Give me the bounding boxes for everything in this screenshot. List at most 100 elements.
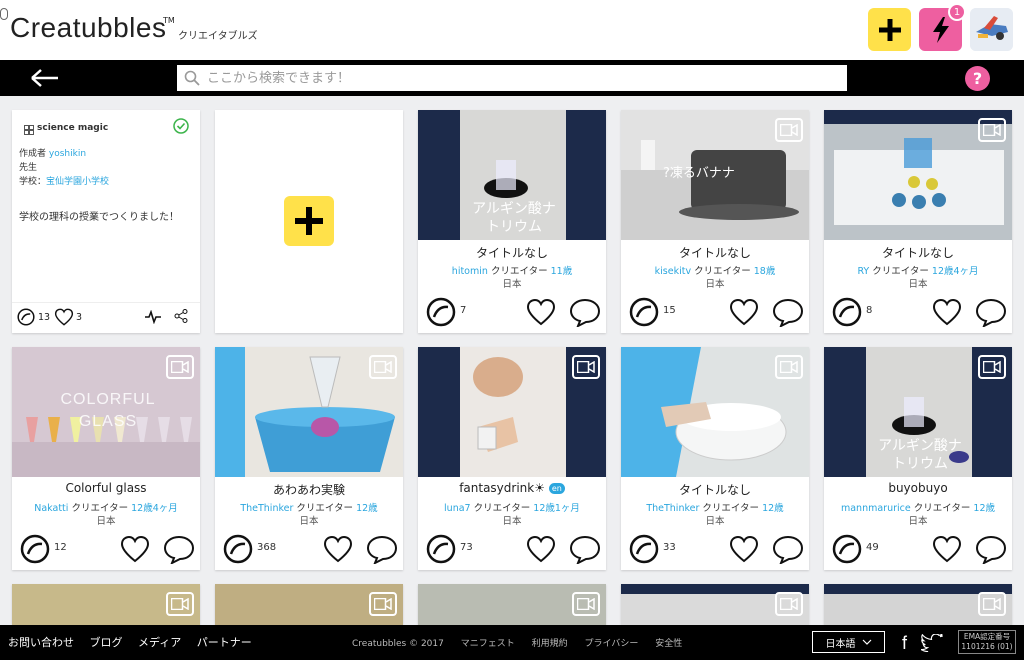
heart-icon[interactable] xyxy=(120,534,150,564)
creation-card[interactable]: ?凍るバナナ タイトルなし kisekitv クリエイター 18歳 日本 15 xyxy=(621,110,809,333)
creation-thumbnail[interactable] xyxy=(418,584,606,625)
heart-icon[interactable] xyxy=(323,534,353,564)
comment-icon[interactable] xyxy=(975,534,1007,564)
search-input[interactable] xyxy=(177,65,847,91)
school-link[interactable]: 宝仙学園小学校 xyxy=(46,177,109,187)
thumbnail-overlay-text: ?凍るバナナ xyxy=(663,166,735,181)
creation-card[interactable]: タイトルなし RY クリエイター 12歳4ヶ月 日本 8 xyxy=(824,110,1012,333)
mouse-icon xyxy=(0,8,8,20)
card-footer: 8 xyxy=(824,295,1012,331)
bubble-icon[interactable] xyxy=(426,297,456,327)
logo[interactable]: Creatubbles xyxy=(10,12,166,44)
video-icon xyxy=(775,592,803,616)
bubble-icon[interactable] xyxy=(832,534,862,564)
creation-card[interactable] xyxy=(621,584,809,625)
footer-link-privacy[interactable]: プライバシー xyxy=(585,639,639,649)
creation-thumbnail[interactable] xyxy=(824,584,1012,625)
heart-icon[interactable] xyxy=(526,297,556,327)
creation-thumbnail[interactable]: ?凍るバナナ xyxy=(621,110,809,240)
creation-thumbnail[interactable] xyxy=(824,110,1012,240)
bubble-icon[interactable] xyxy=(629,534,659,564)
comment-icon[interactable] xyxy=(975,297,1007,327)
footer-center-links: Creatubbles © 2017 マニフェスト 利用規約 プライバシー 安全… xyxy=(352,636,696,649)
heart-icon[interactable] xyxy=(729,297,759,327)
footer-link-blog[interactable]: ブログ xyxy=(90,636,123,649)
heart-icon[interactable] xyxy=(729,534,759,564)
footer-link-partner[interactable]: パートナー xyxy=(197,636,252,649)
creation-card[interactable] xyxy=(12,584,200,625)
creation-card[interactable]: fantasydrink☀ en luna7 クリエイター 12歳1ヶ月 日本 … xyxy=(418,347,606,570)
creation-card[interactable]: あわあわ実験 TheThinker クリエイター 12歳 日本 368 xyxy=(215,347,403,570)
comment-icon[interactable] xyxy=(569,297,601,327)
video-icon xyxy=(978,118,1006,142)
creation-card[interactable]: アルギン酸ナトリウム buyobuyo mannmarurice クリエイター … xyxy=(824,347,1012,570)
footer-link-contact[interactable]: お問い合わせ xyxy=(8,636,74,649)
bubble-icon[interactable] xyxy=(629,297,659,327)
footer-link-media[interactable]: メディア xyxy=(138,636,181,649)
creation-thumbnail[interactable]: アルギン酸ナトリウム xyxy=(418,110,606,240)
card-footer: 7 xyxy=(418,295,606,331)
thumbnail-overlay-text: COLORFUL GLASS xyxy=(60,391,156,430)
creation-card[interactable] xyxy=(418,584,606,625)
bubble-count: 49 xyxy=(866,542,879,553)
bubble-icon[interactable] xyxy=(20,534,50,564)
creation-thumbnail[interactable] xyxy=(621,584,809,625)
creation-title[interactable]: タイトルなし xyxy=(824,244,1012,261)
video-icon xyxy=(775,355,803,379)
comment-icon[interactable] xyxy=(772,534,804,564)
help-button[interactable]: ? xyxy=(965,66,990,91)
creation-thumbnail[interactable]: COLORFUL GLASS xyxy=(12,347,200,477)
creation-title[interactable]: あわあわ実験 xyxy=(215,481,403,498)
twitter-icon[interactable] xyxy=(921,634,943,652)
creation-thumbnail[interactable] xyxy=(215,347,403,477)
bubble-icon[interactable] xyxy=(426,534,456,564)
creation-card[interactable] xyxy=(824,584,1012,625)
footer-link-terms[interactable]: 利用規約 xyxy=(532,639,568,649)
creation-title[interactable]: Colorful glass xyxy=(12,481,200,495)
add-creation-card[interactable] xyxy=(215,110,403,333)
video-icon xyxy=(166,355,194,379)
comment-icon[interactable] xyxy=(163,534,195,564)
footer-link-safety[interactable]: 安全性 xyxy=(655,639,682,649)
creation-thumbnail[interactable]: アルギン酸ナトリウム xyxy=(824,347,1012,477)
gallery-school-line: 学校：宝仙学園小学校 xyxy=(19,174,109,187)
creation-thumbnail[interactable] xyxy=(621,347,809,477)
gallery-footer: 13 3 xyxy=(12,302,200,332)
creation-thumbnail[interactable] xyxy=(418,347,606,477)
comment-icon[interactable] xyxy=(772,297,804,327)
creation-title[interactable]: タイトルなし xyxy=(418,244,606,261)
language-select[interactable]: 日本語 xyxy=(812,631,885,653)
heart-icon[interactable] xyxy=(54,308,74,326)
creator-meta: kisekitv クリエイター 18歳 xyxy=(621,263,809,277)
heart-icon[interactable] xyxy=(932,534,962,564)
bubble-icon[interactable] xyxy=(223,534,253,564)
footer-link-manifesto[interactable]: マニフェスト xyxy=(461,639,515,649)
creation-card[interactable]: COLORFUL GLASS Colorful glass Nakatti クリ… xyxy=(12,347,200,570)
gallery-author-line: 作成者 yoshikin xyxy=(19,146,86,159)
heart-icon[interactable] xyxy=(526,534,556,564)
thumbnail-overlay-text: アルギン酸ナトリウム xyxy=(878,438,962,472)
heart-icon[interactable] xyxy=(932,297,962,327)
creation-title[interactable]: fantasydrink☀ xyxy=(459,481,545,495)
author-link[interactable]: yoshikin xyxy=(49,149,86,159)
comment-icon[interactable] xyxy=(366,534,398,564)
creation-thumbnail[interactable] xyxy=(12,584,200,625)
activity-icon[interactable] xyxy=(145,310,161,324)
video-icon xyxy=(978,592,1006,616)
creation-title[interactable]: タイトルなし xyxy=(621,481,809,498)
user-avatar[interactable] xyxy=(970,8,1013,51)
creation-card[interactable]: タイトルなし TheThinker クリエイター 12歳 日本 33 xyxy=(621,347,809,570)
facebook-icon[interactable]: f xyxy=(902,633,907,654)
comment-icon[interactable] xyxy=(569,534,601,564)
creation-title[interactable]: タイトルなし xyxy=(621,244,809,261)
creation-card[interactable]: アルギン酸ナトリウム タイトルなし hitomin クリエイター 11歳 日本 … xyxy=(418,110,606,333)
creation-card[interactable] xyxy=(215,584,403,625)
share-icon[interactable] xyxy=(174,309,188,323)
add-creation-button[interactable] xyxy=(868,8,911,51)
back-arrow-icon[interactable] xyxy=(30,68,60,88)
add-creation-plus[interactable] xyxy=(284,196,334,246)
creation-thumbnail[interactable] xyxy=(215,584,403,625)
bubble-icon[interactable] xyxy=(832,297,862,327)
creation-title[interactable]: buyobuyo xyxy=(824,481,1012,495)
bubble-icon[interactable] xyxy=(17,308,35,326)
